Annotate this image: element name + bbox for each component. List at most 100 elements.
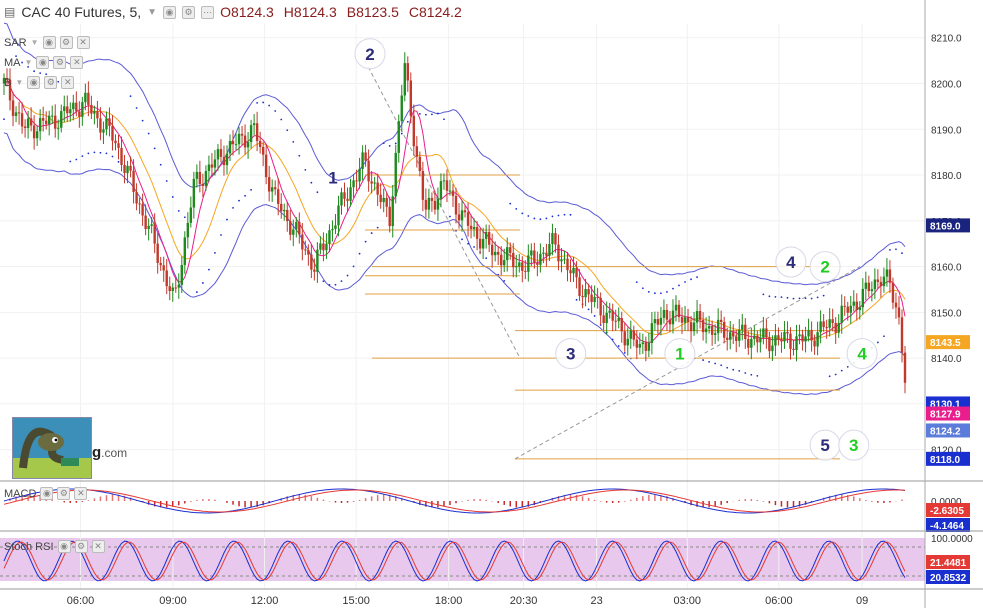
candle-body xyxy=(295,221,298,230)
candle-body xyxy=(590,294,593,303)
settings-icon[interactable]: ⚙ xyxy=(74,540,88,553)
collapse-icon[interactable]: ▤ xyxy=(4,5,15,19)
candle-body xyxy=(38,118,42,132)
candle-body xyxy=(159,263,162,266)
sar-dot xyxy=(653,292,656,295)
chevron-down-icon[interactable]: ▼ xyxy=(15,78,23,87)
sar-dot xyxy=(153,147,156,150)
sar-dot xyxy=(220,234,222,236)
candle-body xyxy=(530,250,533,256)
indicator-ma[interactable]: MA ▼ ◉ ⚙ ✕ xyxy=(4,56,84,69)
more-icon[interactable]: ⋯ xyxy=(201,5,215,19)
candle-body xyxy=(512,252,515,268)
price-label: 8143.5 xyxy=(930,338,961,349)
candle-body xyxy=(632,330,635,340)
chevron-down-icon[interactable]: ▼ xyxy=(147,7,157,18)
candle-body xyxy=(231,140,235,145)
candle-body xyxy=(840,305,843,323)
close-icon[interactable]: ✕ xyxy=(74,487,88,500)
price-axis[interactable]: 8210.08200.08190.08180.08170.08160.08150… xyxy=(931,34,962,457)
sar-dot xyxy=(147,132,150,135)
chevron-down-icon[interactable]: ▼ xyxy=(25,58,33,67)
settings-icon[interactable]: ⚙ xyxy=(59,36,73,49)
settings-icon[interactable]: ⚙ xyxy=(53,56,67,69)
candle-body xyxy=(683,317,687,323)
sar-dot xyxy=(684,281,686,283)
eye-icon[interactable]: ◉ xyxy=(42,36,56,49)
candle-body xyxy=(228,140,232,154)
candle-body xyxy=(777,335,780,340)
candle-body xyxy=(527,255,530,272)
close-icon[interactable]: ✕ xyxy=(70,56,84,69)
settings-icon[interactable]: ⚙ xyxy=(182,5,196,19)
symbol-title[interactable]: CAC 40 Futures, 5, xyxy=(21,4,141,20)
chart-header: ▤ CAC 40 Futures, 5, ▼ ◉ ⚙ ⋯ O8124.3 H81… xyxy=(0,0,462,24)
sar-dot xyxy=(732,368,735,371)
candle-body xyxy=(750,338,753,348)
settings-icon[interactable]: ⚙ xyxy=(44,76,58,89)
price-tick: 8140.0 xyxy=(931,354,962,365)
sar-dot xyxy=(708,360,711,363)
candle-body xyxy=(207,164,211,171)
chevron-down-icon[interactable]: ▼ xyxy=(31,38,39,47)
sar-dot xyxy=(424,113,427,116)
candle-body xyxy=(496,251,500,255)
candle-body xyxy=(72,102,75,110)
candle-body xyxy=(644,342,648,351)
candle-body xyxy=(427,197,431,210)
candle-body xyxy=(542,252,545,254)
sar-dot xyxy=(262,101,265,104)
candle-body xyxy=(424,199,428,210)
sar-dot xyxy=(756,375,759,377)
macd-label: -2.6305 xyxy=(930,506,964,517)
open-value: O8124.3 xyxy=(220,4,274,20)
price-labels: 8169.08143.58130.18127.98124.28118.0 xyxy=(926,218,970,466)
candle-body xyxy=(117,143,120,148)
chart-canvas[interactable]: 123451234 0.0000-2.6305-4.1464 100.00002… xyxy=(0,0,983,608)
eye-icon[interactable]: ◉ xyxy=(57,540,71,553)
candle-body xyxy=(798,334,801,337)
candle-body xyxy=(222,156,226,166)
candle-body xyxy=(846,306,849,313)
sar-dot xyxy=(328,283,331,286)
candle-body xyxy=(551,233,554,245)
sar-dot xyxy=(81,155,84,158)
candle-body xyxy=(433,200,437,210)
wave-label: 1 xyxy=(328,168,337,187)
price-tick: 8210.0 xyxy=(931,34,962,45)
eye-icon[interactable]: ◉ xyxy=(163,5,177,19)
close-icon[interactable]: ✕ xyxy=(91,540,105,553)
candle-body xyxy=(165,270,168,287)
close-icon[interactable]: ✕ xyxy=(76,36,90,49)
candle-body xyxy=(412,115,416,147)
eye-icon[interactable]: ◉ xyxy=(36,56,50,69)
candle-body xyxy=(234,144,238,146)
candle-body xyxy=(888,269,892,283)
sar-dot xyxy=(376,226,379,229)
candle-body xyxy=(738,329,741,341)
sar-dot xyxy=(226,218,228,221)
close-icon[interactable]: ✕ xyxy=(61,76,75,89)
indicator-sar[interactable]: SAR ▼ ◉ ⚙ ✕ xyxy=(4,36,90,49)
candle-body xyxy=(310,254,313,270)
eye-icon[interactable]: ◉ xyxy=(27,76,41,89)
settings-icon[interactable]: ⚙ xyxy=(57,487,71,500)
candle-body xyxy=(768,337,771,352)
candle-body xyxy=(575,267,578,278)
candle-body xyxy=(861,288,865,308)
sar-dot xyxy=(569,213,572,216)
candle-body xyxy=(292,229,295,235)
indicator-bb[interactable]: B ▼ ◉ ⚙ ✕ xyxy=(4,76,75,89)
eye-icon[interactable]: ◉ xyxy=(40,487,54,500)
candle-body xyxy=(90,104,93,114)
candle-body xyxy=(509,247,512,253)
sar-dot xyxy=(635,281,638,284)
sar-dot xyxy=(418,113,421,115)
indicator-macd[interactable]: MACD ◉ ⚙ ✕ xyxy=(4,487,88,500)
indicator-stoch-rsi[interactable]: Stoch RSI ◉ ⚙ ✕ xyxy=(4,540,105,553)
sar-dot xyxy=(780,296,783,299)
candle-body xyxy=(536,262,539,265)
sar-dot xyxy=(310,181,313,184)
candle-body xyxy=(174,287,177,289)
logo-text-main: g xyxy=(92,444,102,461)
